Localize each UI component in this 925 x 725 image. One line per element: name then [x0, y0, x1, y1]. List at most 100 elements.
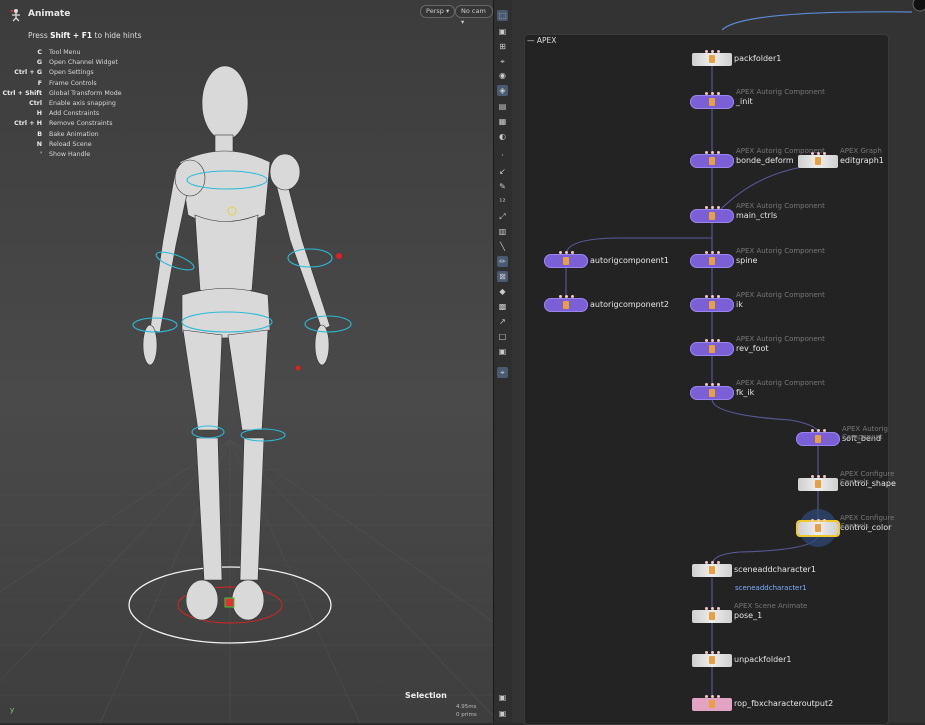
node-input-dot[interactable] [704, 339, 708, 342]
node-input-dot[interactable] [704, 383, 708, 386]
node-rop-fbxcharacteroutput2[interactable] [692, 697, 732, 711]
node-input-dot[interactable] [816, 474, 820, 478]
node-input-dot[interactable] [716, 339, 720, 342]
node-fk-ik[interactable] [690, 386, 734, 400]
node-type-label: APEX Autorig Component [736, 379, 825, 387]
node-input-dot[interactable] [704, 295, 708, 298]
node-input-dot[interactable] [816, 429, 820, 432]
node-input-dot[interactable] [558, 295, 562, 298]
node-input-dot[interactable] [564, 295, 568, 298]
node-name-label: rev_foot [736, 344, 769, 353]
node-input-dot[interactable] [710, 650, 714, 654]
node-icon [709, 301, 715, 309]
node-spine[interactable] [690, 254, 734, 268]
network-wires [565, 66, 819, 697]
node-icon [709, 257, 715, 265]
node-input-dot[interactable] [716, 251, 720, 254]
node-pose-1[interactable] [692, 609, 732, 623]
node-input-dot[interactable] [710, 206, 714, 209]
node-input-dot[interactable] [710, 606, 714, 610]
node-input-dot[interactable] [822, 151, 826, 155]
node-input-dot[interactable] [716, 206, 720, 209]
node-name-label: packfolder1 [734, 54, 782, 63]
node-input-dot[interactable] [558, 251, 562, 254]
node-input-dot[interactable] [710, 151, 714, 154]
node-input-dot[interactable] [816, 518, 820, 522]
node-main-ctrls[interactable] [690, 209, 734, 223]
node-input-dot[interactable] [716, 49, 720, 53]
node-input-dot[interactable] [716, 92, 720, 95]
node-sceneaddcharacter1[interactable] [692, 563, 732, 577]
node-input-dot[interactable] [704, 606, 708, 610]
node-type-label: APEX Autorig Component [736, 335, 825, 343]
node-name-label: sceneaddcharacter1 [734, 565, 816, 574]
node-name-label: main_ctrls [736, 211, 778, 220]
node-icon [709, 345, 715, 353]
node-input-dot[interactable] [704, 650, 708, 654]
node-input-dot[interactable] [710, 694, 714, 698]
node-input-dot[interactable] [716, 694, 720, 698]
node-control-color[interactable] [796, 519, 840, 537]
node-editgraph1[interactable] [798, 154, 838, 168]
node-input-dot[interactable] [822, 429, 826, 432]
node-name-label: spine [736, 256, 758, 265]
node-input-dot[interactable] [716, 606, 720, 610]
node-input-dot[interactable] [822, 474, 826, 478]
node-input-dot[interactable] [570, 295, 574, 298]
node-type-label: APEX Autorig Component [736, 247, 825, 255]
node-input-dot[interactable] [704, 151, 708, 154]
node-input-dot[interactable] [810, 518, 814, 522]
node-input-dot[interactable] [716, 295, 720, 298]
node-input-dot[interactable] [710, 49, 714, 53]
node-input-dot[interactable] [822, 518, 826, 522]
node-name-label: bonde_deform [736, 156, 794, 165]
node-input-dot[interactable] [704, 49, 708, 53]
node-input-dot[interactable] [710, 339, 714, 342]
node-input-dot[interactable] [710, 251, 714, 254]
node-input-dot[interactable] [716, 650, 720, 654]
node-input-dot[interactable] [710, 383, 714, 386]
node-ik[interactable] [690, 298, 734, 312]
node-type-label: APEX Autorig Component [736, 202, 825, 210]
node-input-dot[interactable] [704, 206, 708, 209]
node-input-dot[interactable] [716, 560, 720, 564]
node-autorigcomponent1[interactable] [544, 254, 588, 268]
node-input-dot[interactable] [710, 92, 714, 95]
node-unpackfolder1[interactable] [692, 653, 732, 667]
node-input-dot[interactable] [704, 251, 708, 254]
node-packfolder1[interactable] [692, 52, 732, 66]
node-soft-bend[interactable] [796, 432, 840, 446]
node-input-dot[interactable] [710, 295, 714, 298]
node-input-dot[interactable] [704, 694, 708, 698]
node-icon [815, 435, 821, 443]
node-name-label: _init [736, 97, 753, 106]
node-type-label: APEX Scene Animate [734, 602, 808, 610]
node-type-label: APEX Configure Controls [840, 514, 895, 530]
node-name-label: autorigcomponent1 [590, 256, 669, 265]
node-input-dot[interactable] [716, 151, 720, 154]
node-bonde-deform[interactable] [690, 154, 734, 168]
node-autorigcomponent2[interactable] [544, 298, 588, 312]
node-control-shape[interactable] [798, 477, 838, 491]
node-icon [709, 157, 715, 165]
node--init[interactable] [690, 95, 734, 109]
node-input-dot[interactable] [570, 251, 574, 254]
node-icon [709, 98, 715, 106]
node-rev-foot[interactable] [690, 342, 734, 356]
node-icon [709, 700, 715, 708]
node-input-dot[interactable] [810, 151, 814, 155]
node-icon [563, 257, 569, 265]
node-input-dot[interactable] [810, 474, 814, 478]
node-name-label: editgraph1 [840, 156, 884, 165]
node-input-dot[interactable] [564, 251, 568, 254]
node-input-dot[interactable] [816, 151, 820, 155]
node-name-label: ik [736, 300, 743, 309]
node-type-label: APEX Autorig Component [842, 425, 888, 441]
node-input-dot[interactable] [704, 92, 708, 95]
node-input-dot[interactable] [810, 429, 814, 432]
node-input-dot[interactable] [710, 560, 714, 564]
node-icon [709, 612, 715, 620]
node-input-dot[interactable] [704, 560, 708, 564]
node-input-dot[interactable] [716, 383, 720, 386]
sceneaddcharacter-link[interactable]: sceneaddcharacter1 [735, 584, 807, 592]
